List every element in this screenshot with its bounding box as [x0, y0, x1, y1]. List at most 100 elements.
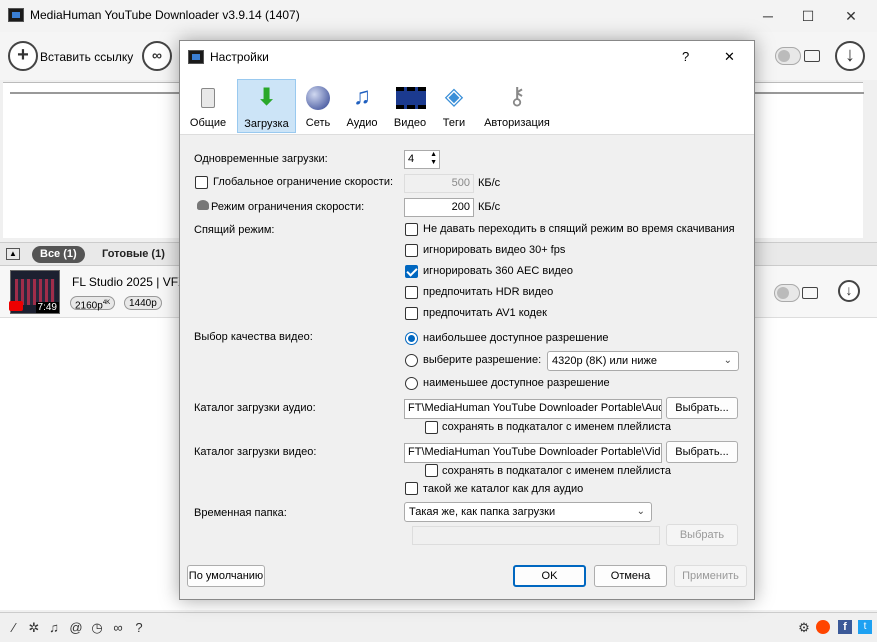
quality-highest-radio[interactable] [405, 332, 418, 345]
reddit-icon[interactable] [816, 620, 830, 634]
app-logo-icon [8, 8, 24, 22]
tab-label: Авторизация [484, 117, 550, 129]
filter-all-pill[interactable]: Все (1) [32, 246, 85, 263]
global-limit-checkbox[interactable] [195, 176, 208, 189]
music-note-icon: ♫ [353, 83, 371, 110]
tab-label: Аудио [346, 117, 378, 129]
help-button[interactable]: ? [682, 49, 689, 64]
gear-icon[interactable]: ✲ [26, 620, 42, 636]
tab-label: Теги [442, 117, 466, 129]
limit-mode-label: Режим ограничения скорости: [211, 201, 365, 213]
concurrent-value: 4 [408, 153, 415, 165]
resolution-value: 4320p (8K) или ниже [552, 355, 657, 367]
search-binoculars-icon[interactable]: ∞ [142, 41, 172, 71]
chip-label: 2160p [75, 300, 103, 312]
clock-icon[interactable]: ◷ [89, 620, 105, 636]
music-icon[interactable]: ♫ [46, 620, 62, 635]
binoculars-icon[interactable]: ∞ [110, 620, 126, 635]
quality-lowest-label: наименьшее доступное разрешение [423, 377, 610, 389]
audio-subdir-checkbox[interactable] [425, 421, 438, 434]
global-limit-input[interactable]: 500 [404, 174, 474, 193]
minimize-icon[interactable]: ─ [758, 6, 778, 26]
temp-folder-value: Такая же, как папка загрузки [409, 506, 556, 518]
dialog-title-bar: Настройки ? ✕ [180, 41, 754, 73]
facebook-icon[interactable]: f [838, 620, 852, 634]
film-icon [396, 83, 426, 111]
quality-chip-2160[interactable]: 2160p4K [70, 296, 116, 312]
no-sleep-checkbox[interactable] [405, 223, 418, 236]
tab-video[interactable]: Видео [390, 79, 430, 133]
temp-browse-button[interactable]: Выбрать [666, 524, 738, 546]
audio-dir-input[interactable]: FT\MediaHuman YouTube Downloader Portabl… [404, 399, 662, 419]
mode-toggle[interactable] [775, 47, 801, 65]
main-window-title: MediaHuman YouTube Downloader v3.9.14 (1… [30, 8, 300, 22]
ignore-360-checkbox[interactable] [405, 265, 418, 278]
tab-label: Видео [393, 117, 427, 129]
tab-label: Общие [189, 117, 227, 129]
maximize-icon[interactable]: ☐ [798, 6, 818, 26]
tab-audio[interactable]: ♫ Аудио [342, 79, 382, 133]
item-video-icon[interactable] [802, 287, 818, 299]
video-dir-label: Каталог загрузки видео: [194, 446, 317, 458]
collapse-icon[interactable]: ▲ [6, 248, 20, 260]
stepper-arrows-icon[interactable]: ▲ ▼ [430, 151, 437, 167]
tab-tags[interactable]: ◈ Теги [436, 79, 472, 133]
wand-icon[interactable]: ⁄ [6, 620, 22, 635]
ok-button[interactable]: OK [513, 565, 586, 587]
video-mode-icon[interactable] [804, 50, 820, 62]
temp-folder-path [412, 526, 660, 545]
concurrent-label: Одновременные загрузки: [194, 153, 328, 165]
ignore-360-label: игнорировать 360 AEC видео [423, 265, 573, 277]
chip-badge: 4K [102, 300, 111, 306]
download-arrow-icon: ⬇ [256, 84, 277, 111]
limit-mode-unit: КБ/с [478, 201, 501, 213]
duration-badge: 7:49 [35, 302, 59, 313]
defaults-button[interactable]: По умолчанию [187, 565, 265, 587]
close-window-icon[interactable]: ✕ [841, 6, 861, 26]
hdr-label: предпочитать HDR видео [423, 286, 554, 298]
av1-checkbox[interactable] [405, 307, 418, 320]
help-icon[interactable]: ? [131, 620, 147, 635]
quality-choose-radio[interactable] [405, 354, 418, 367]
concurrent-stepper[interactable]: 4 ▲ ▼ [404, 150, 440, 169]
close-dialog-icon[interactable]: ✕ [724, 49, 735, 65]
limit-mode-input[interactable]: 200 [404, 198, 474, 217]
hdr-checkbox[interactable] [405, 286, 418, 299]
video-subdir-checkbox[interactable] [425, 464, 438, 477]
tab-download[interactable]: ⬇ Загрузка [237, 79, 296, 133]
quality-chip-1440[interactable]: 1440p [124, 296, 162, 310]
video-browse-button[interactable]: Выбрать... [666, 441, 738, 463]
ignore-30fps-checkbox[interactable] [405, 244, 418, 257]
video-dir-input[interactable]: FT\MediaHuman YouTube Downloader Portabl… [404, 443, 662, 463]
robot-icon[interactable]: ⚙ [796, 620, 812, 636]
resolution-select[interactable]: 4320p (8K) или ниже ⌄ [547, 351, 739, 371]
sleep-label: Спящий режим: [194, 224, 275, 236]
item-download-icon[interactable]: ↓ [838, 280, 860, 302]
paste-link-label[interactable]: Вставить ссылку [40, 50, 133, 64]
tab-network[interactable]: Сеть [300, 79, 336, 133]
filter-done-pill[interactable]: Готовые (1) [94, 246, 173, 263]
twitter-icon[interactable]: t [858, 620, 872, 634]
audio-browse-button[interactable]: Выбрать... [666, 397, 738, 419]
tab-authorization[interactable]: ⚷ Авторизация [480, 79, 554, 133]
same-as-audio-checkbox[interactable] [405, 482, 418, 495]
cancel-button[interactable]: Отмена [594, 565, 667, 587]
av1-label: предпочитать AV1 кодек [423, 307, 547, 319]
audio-dir-label: Каталог загрузки аудио: [194, 402, 316, 414]
quality-lowest-radio[interactable] [405, 377, 418, 390]
no-sleep-label: Не давать переходить в спящий режим во в… [423, 223, 735, 235]
paste-link-plus-icon[interactable]: + [8, 41, 38, 71]
ignore-30fps-label: игнорировать видео 30+ fps [423, 244, 566, 256]
item-mode-toggle[interactable] [774, 284, 800, 302]
chevron-down-icon: ⌄ [636, 506, 645, 517]
chevron-down-icon: ⌄ [723, 355, 732, 366]
youtube-icon [9, 301, 23, 311]
snail-icon[interactable]: @ [68, 620, 84, 635]
apply-button[interactable]: Применить [674, 565, 747, 587]
download-all-icon[interactable]: ↓ [835, 41, 865, 71]
temp-folder-select[interactable]: Такая же, как папка загрузки ⌄ [404, 502, 652, 522]
tab-label: Загрузка [244, 118, 289, 130]
app-logo-icon [188, 50, 204, 64]
tab-general[interactable]: Общие [186, 79, 230, 133]
same-as-audio-label: такой же каталог как для аудио [423, 483, 584, 495]
